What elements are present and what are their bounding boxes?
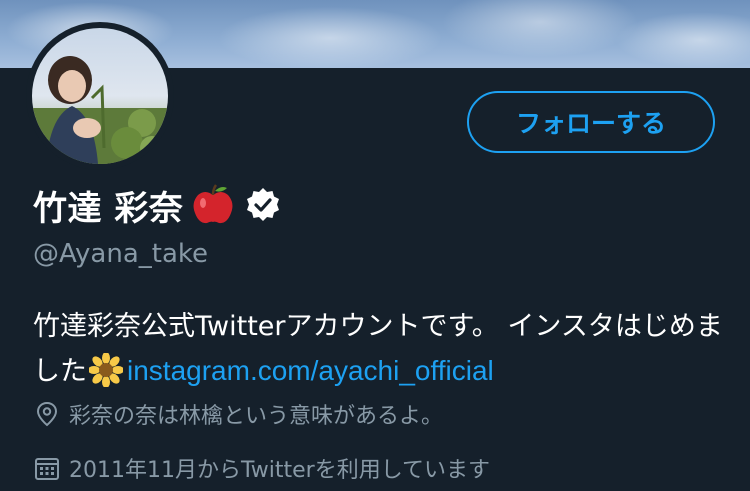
profile-handle: @Ayana_take [33, 239, 209, 269]
joined-text: 2011年11月からTwitterを利用しています [69, 458, 491, 483]
sunflower-emoji-icon [89, 353, 123, 387]
profile-joined-date: 2011年11月からTwitterを利用しています [33, 452, 490, 484]
display-name: 竹達 彩奈 [33, 188, 184, 229]
location-text: 彩奈の奈は林檎という意味があるよ。 [69, 404, 444, 429]
profile-location: 彩奈の奈は林檎という意味があるよ。 [33, 398, 443, 430]
calendar-icon [35, 458, 59, 480]
location-pin-icon [36, 401, 58, 427]
profile-bio: 竹達彩奈公式Twitterアカウントです。 インスタはじめました instagr… [33, 305, 723, 394]
apple-emoji-icon [193, 184, 233, 224]
profile-avatar[interactable] [26, 22, 174, 170]
verified-badge-icon [247, 188, 280, 221]
follow-button[interactable]: フォローする [467, 91, 715, 153]
profile-name-row: 竹達 彩奈 [33, 180, 281, 230]
bio-instagram-link[interactable]: instagram.com/ayachi_official [127, 355, 494, 386]
avatar-photo [32, 28, 168, 164]
